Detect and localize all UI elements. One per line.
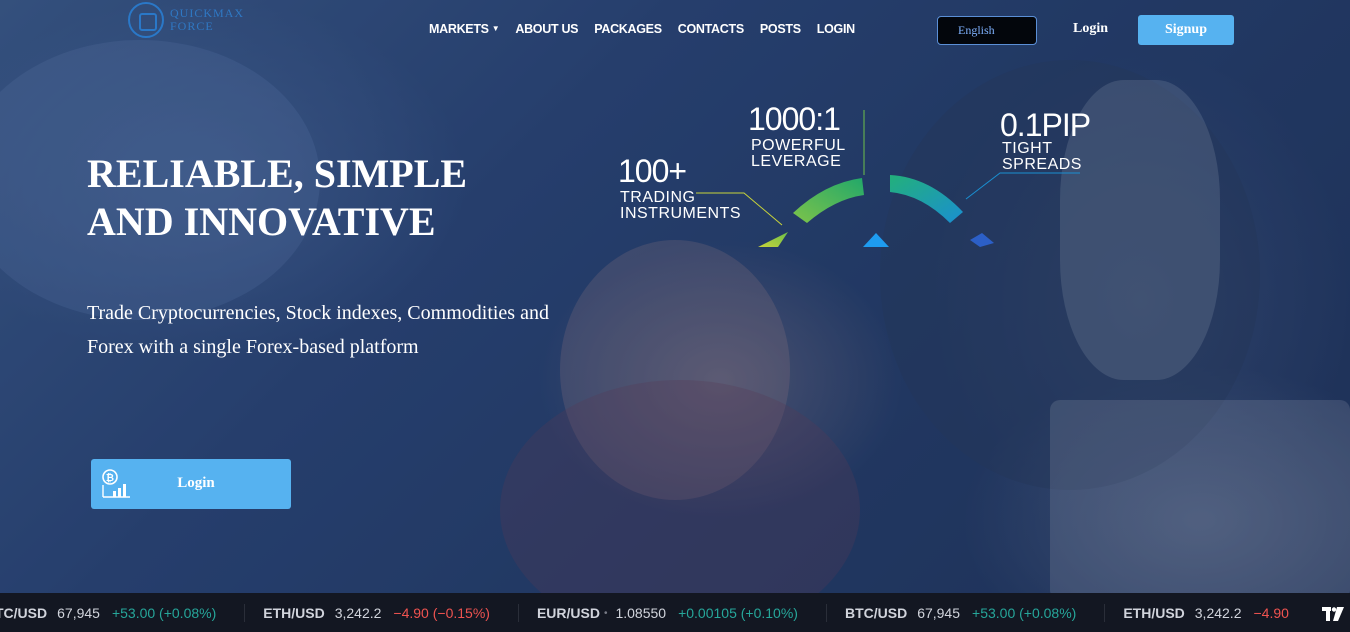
- ticker-item[interactable]: ETH/USD 3,242.2 −4.90: [1123, 604, 1289, 622]
- header-login-button[interactable]: Login: [1073, 21, 1108, 37]
- nav-item-packages[interactable]: PACKAGES: [594, 22, 662, 36]
- stats-graphic: 100+ TRADING INSTRUMENTS 1000:1 POWERFUL…: [610, 95, 1110, 265]
- stat-spreads-label: TIGHT SPREADS: [1002, 140, 1082, 173]
- tradingview-logo-icon[interactable]: [1318, 598, 1348, 628]
- stat-spreads-value: 0.1PIP: [1000, 107, 1091, 143]
- ticker-item[interactable]: TC/USD 67,945 +53.00 (+0.08%): [0, 604, 216, 622]
- ticker-item[interactable]: EUR/USD • 1.08550 +0.00105 (+0.10%): [537, 604, 798, 622]
- hero-login-label: Login: [177, 475, 215, 491]
- language-select[interactable]: English: [937, 16, 1037, 45]
- nav-item-markets[interactable]: MARKETS ▼: [429, 22, 500, 36]
- hero-subtext: Trade Cryptocurrencies, Stock indexes, C…: [87, 302, 549, 358]
- stat-instruments-label: TRADING INSTRUMENTS: [620, 189, 742, 222]
- logo-text: QUICKMAX FORCE: [170, 6, 244, 33]
- nav-item-posts[interactable]: POSTS: [760, 22, 801, 36]
- ticker-item[interactable]: BTC/USD 67,945 +53.00 (+0.08%): [845, 604, 1076, 622]
- nav-item-about-us[interactable]: ABOUT US: [515, 22, 578, 36]
- stat-leverage-value: 1000:1: [748, 101, 841, 137]
- market-status-dot-icon: •: [603, 607, 608, 619]
- ticker-item[interactable]: ETH/USD 3,242.2 −4.90 (−0.15%): [263, 604, 490, 622]
- ticker-track: TC/USD 67,945 +53.00 (+0.08%) ETH/USD 3,…: [0, 604, 1317, 622]
- ticker-tape: TC/USD 67,945 +53.00 (+0.08%) ETH/USD 3,…: [0, 593, 1350, 632]
- main-nav: MARKETS ▼ ABOUT US PACKAGES CONTACTS POST…: [429, 22, 855, 36]
- stat-instruments-value: 100+: [618, 153, 687, 189]
- chip-icon: [128, 2, 164, 38]
- signup-button[interactable]: Signup: [1138, 15, 1234, 45]
- caret-down-icon: ▼: [491, 24, 500, 33]
- nav-item-contacts[interactable]: CONTACTS: [678, 22, 744, 36]
- site-logo[interactable]: QUICKMAX FORCE: [128, 2, 244, 38]
- stat-leverage-label: POWERFUL LEVERAGE: [751, 137, 846, 170]
- nav-item-login[interactable]: LOGIN: [817, 22, 855, 36]
- hero-headline: RELIABLE, SIMPLE AND INNOVATIVE: [87, 151, 468, 244]
- hero-login-button[interactable]: ₿ Login: [91, 459, 291, 509]
